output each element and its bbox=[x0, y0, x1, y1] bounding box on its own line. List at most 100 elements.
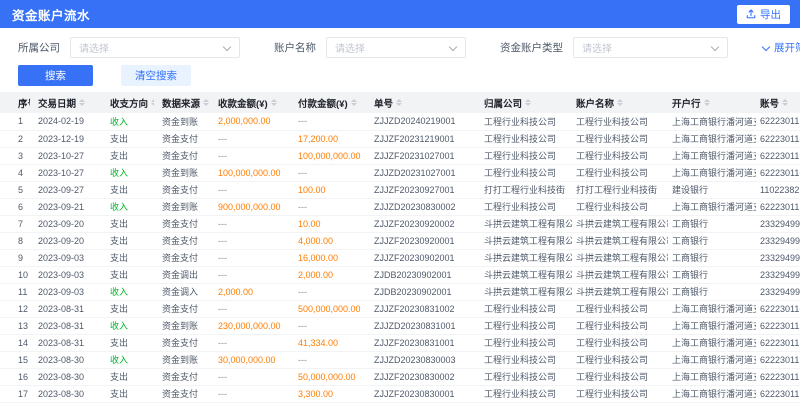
table-row: 142023-08-31支出资金支付---41,334.00ZJJZF20230… bbox=[0, 334, 800, 351]
sort-icon[interactable] bbox=[396, 99, 402, 106]
table-row: 72023-09-20支出资金支付---10.00ZJJZF2023092000… bbox=[0, 215, 800, 232]
export-button[interactable]: 导出 bbox=[737, 5, 790, 24]
cell-source: 资金支付 bbox=[158, 249, 214, 266]
cell-date: 2023-09-03 bbox=[34, 283, 106, 300]
column-header-no: 序号 bbox=[0, 92, 34, 113]
column-header-bank[interactable]: 开户行 bbox=[668, 92, 756, 113]
cell-date: 2023-12-19 bbox=[34, 130, 106, 147]
cell-receive: 230,000,000.00 bbox=[214, 317, 294, 334]
company-select[interactable]: 请选择 bbox=[70, 37, 240, 58]
expand-filters-link[interactable]: 展开筛选 bbox=[762, 40, 800, 55]
cell-dir: 支出 bbox=[106, 334, 158, 351]
clear-search-button[interactable]: 清空搜索 bbox=[121, 65, 191, 86]
sort-icon[interactable] bbox=[617, 99, 623, 106]
cell-bank: 上海工商银行潘河道支行 bbox=[668, 334, 756, 351]
column-header-receive[interactable]: 收款金额(¥) bbox=[214, 92, 294, 113]
sort-icon[interactable] bbox=[782, 99, 788, 106]
cell-date: 2023-09-21 bbox=[34, 198, 106, 215]
cell-bank: 上海工商银行潘河道支行 bbox=[668, 385, 756, 402]
page-header: 资金账户流水 导出 bbox=[0, 0, 800, 28]
cell-no: 6 bbox=[0, 198, 34, 215]
sort-icon[interactable] bbox=[271, 99, 277, 106]
column-header-order[interactable]: 单号 bbox=[370, 92, 480, 113]
cell-no: 2 bbox=[0, 130, 34, 147]
cell-date: 2023-08-30 bbox=[34, 351, 106, 368]
cell-no: 8 bbox=[0, 232, 34, 249]
cell-account: 斗拱云建筑工程有限公司 bbox=[572, 249, 668, 266]
cell-date: 2023-08-30 bbox=[34, 368, 106, 385]
cell-pay: 41,334.00 bbox=[294, 334, 370, 351]
cell-bank: 工商银行 bbox=[668, 215, 756, 232]
sort-icon[interactable] bbox=[704, 99, 710, 106]
cell-pay: --- bbox=[294, 351, 370, 368]
cell-source: 资金支付 bbox=[158, 232, 214, 249]
cell-order: ZJJZD20240219001 bbox=[370, 113, 480, 130]
cell-dir: 支出 bbox=[106, 266, 158, 283]
cell-source: 资金支付 bbox=[158, 147, 214, 164]
cell-pay: 4,000.00 bbox=[294, 232, 370, 249]
cell-account: 斗拱云建筑工程有限公司 bbox=[572, 283, 668, 300]
cell-source: 资金支付 bbox=[158, 215, 214, 232]
cell-source: 资金到账 bbox=[158, 198, 214, 215]
column-header-date[interactable]: 交易日期 bbox=[34, 92, 106, 113]
chevron-down-icon bbox=[762, 44, 770, 52]
cell-date: 2023-08-30 bbox=[34, 385, 106, 402]
column-header-dir[interactable]: 收支方向 bbox=[106, 92, 158, 113]
cell-bank: 上海工商银行潘河道支行 bbox=[668, 130, 756, 147]
account-type-select[interactable]: 请选择 bbox=[573, 37, 728, 58]
table-header-row: 序号交易日期收支方向数据来源收款金额(¥)付款金额(¥)单号归属公司账户名称开户… bbox=[0, 92, 800, 113]
column-header-source[interactable]: 数据来源 bbox=[158, 92, 214, 113]
cell-dir: 支出 bbox=[106, 249, 158, 266]
filter-account-name-label: 账户名称 bbox=[274, 40, 316, 55]
cell-account: 工程行业科技公司 bbox=[572, 300, 668, 317]
cell-pay: 50,000,000.00 bbox=[294, 368, 370, 385]
search-button[interactable]: 搜索 bbox=[18, 65, 93, 86]
cell-pay: --- bbox=[294, 164, 370, 181]
cell-account: 工程行业科技公司 bbox=[572, 368, 668, 385]
sort-icon[interactable] bbox=[351, 99, 357, 106]
account-name-select[interactable]: 请选择 bbox=[326, 37, 466, 58]
cell-account: 工程行业科技公司 bbox=[572, 113, 668, 130]
cell-acct_no: 23329499… bbox=[756, 266, 800, 283]
cell-dir: 收入 bbox=[106, 351, 158, 368]
sort-icon[interactable] bbox=[525, 99, 531, 106]
cell-source: 资金支付 bbox=[158, 334, 214, 351]
sort-icon[interactable] bbox=[151, 99, 154, 106]
cell-company: 工程行业科技公司 bbox=[480, 113, 572, 130]
cell-acct_no: 62223011… bbox=[756, 368, 800, 385]
cell-company: 斗拱云建筑工程有限公司 bbox=[480, 249, 572, 266]
sort-icon[interactable] bbox=[79, 99, 85, 106]
filter-account-type-label: 资金账户类型 bbox=[500, 40, 563, 55]
column-header-company[interactable]: 归属公司 bbox=[480, 92, 572, 113]
cell-receive: --- bbox=[214, 130, 294, 147]
cell-source: 资金到账 bbox=[158, 113, 214, 130]
table-row: 132023-08-31收入资金到账230,000,000.00---ZJJZD… bbox=[0, 317, 800, 334]
cell-company: 斗拱云建筑工程有限公司 bbox=[480, 232, 572, 249]
cell-bank: 上海工商银行潘河道支行 bbox=[668, 351, 756, 368]
cell-receive: 2,000.00 bbox=[214, 283, 294, 300]
cell-source: 资金到账 bbox=[158, 164, 214, 181]
cell-order: ZJJZF20230831001 bbox=[370, 334, 480, 351]
column-header-pay[interactable]: 付款金额(¥) bbox=[294, 92, 370, 113]
sort-icon[interactable] bbox=[203, 99, 209, 106]
cell-no: 17 bbox=[0, 385, 34, 402]
column-header-acct_no[interactable]: 账号 bbox=[756, 92, 800, 113]
cell-order: ZJJZD20230830002 bbox=[370, 198, 480, 215]
cell-dir: 支出 bbox=[106, 385, 158, 402]
cell-source: 资金支付 bbox=[158, 181, 214, 198]
cell-receive: --- bbox=[214, 249, 294, 266]
column-header-account[interactable]: 账户名称 bbox=[572, 92, 668, 113]
filter-company-label: 所属公司 bbox=[18, 40, 60, 55]
cell-company: 斗拱云建筑工程有限公司 bbox=[480, 283, 572, 300]
cell-order: ZJJZF20230830002 bbox=[370, 368, 480, 385]
cell-dir: 收入 bbox=[106, 113, 158, 130]
cell-pay: 100,000,000.00 bbox=[294, 147, 370, 164]
cell-acct_no: 11022382… bbox=[756, 181, 800, 198]
cell-pay: 2,000.00 bbox=[294, 266, 370, 283]
cell-order: ZJDB20230902001 bbox=[370, 266, 480, 283]
cell-dir: 收入 bbox=[106, 198, 158, 215]
cell-acct_no: 62223011… bbox=[756, 334, 800, 351]
export-button-label: 导出 bbox=[760, 7, 781, 22]
cell-receive: --- bbox=[214, 334, 294, 351]
table-row: 42023-10-27收入资金到账100,000,000.00---ZJJZD2… bbox=[0, 164, 800, 181]
